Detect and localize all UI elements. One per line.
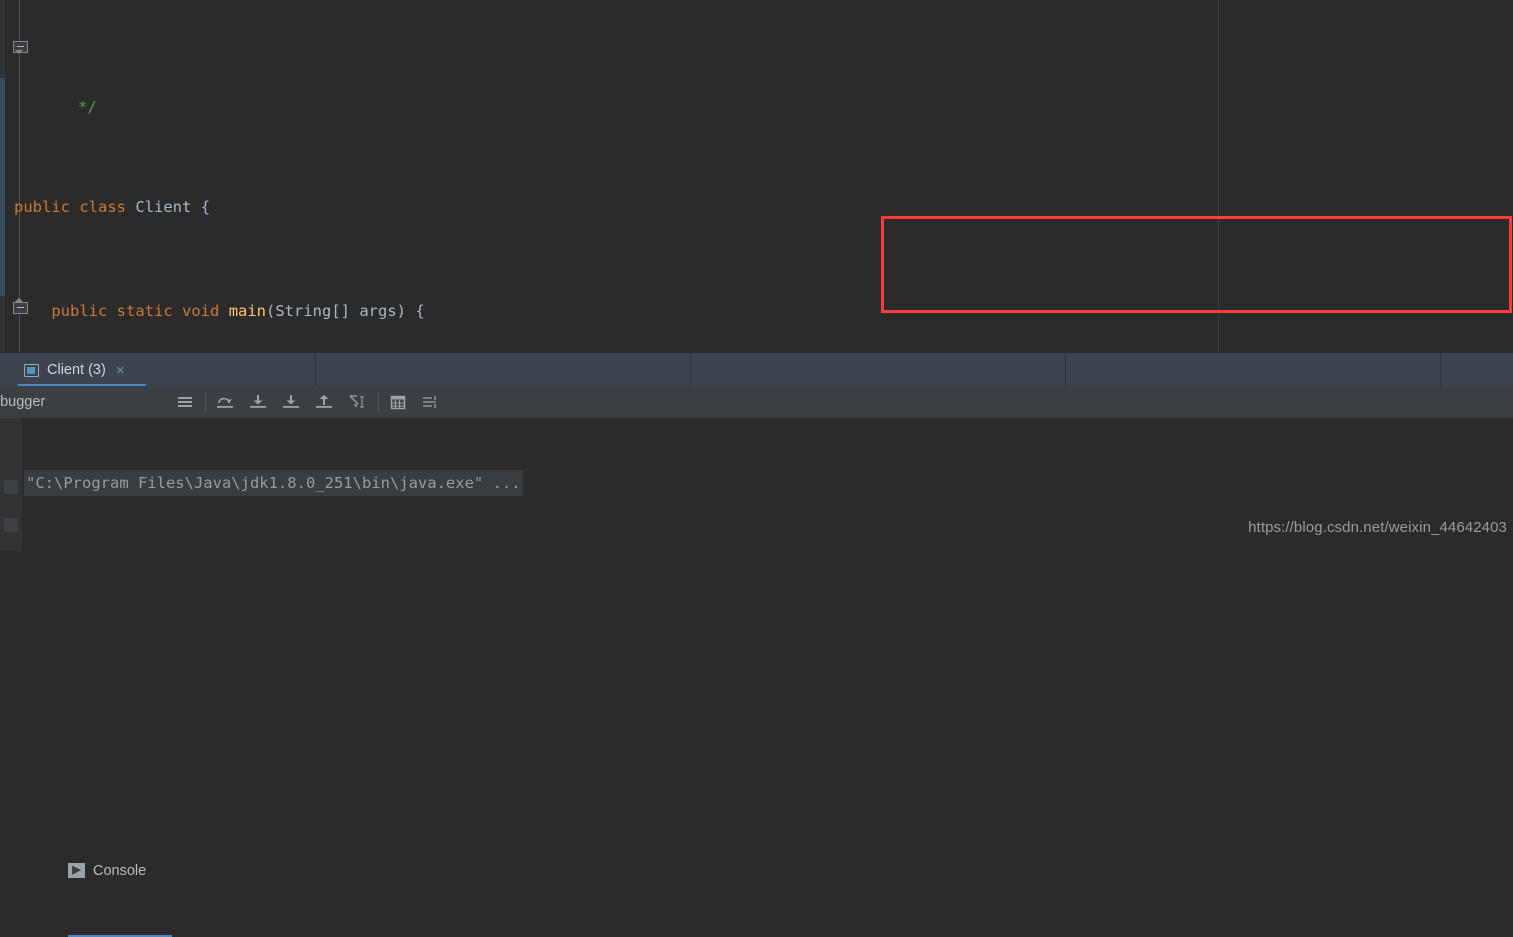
- run-tool-window-tabbar[interactable]: Client (3) ×: [0, 352, 1513, 386]
- step-into-icon[interactable]: [248, 392, 268, 412]
- evaluate-expression-icon[interactable]: [388, 392, 408, 412]
- code-line-comment-end: */: [0, 104, 1513, 116]
- watermark-url: https://blog.csdn.net/weixin_44642403: [1248, 519, 1507, 536]
- console-gutter: [0, 418, 22, 551]
- code-line-main-decl[interactable]: public static void main(String[] args) {: [0, 298, 1513, 324]
- tabbar-divider: [690, 353, 691, 387]
- tabbar-divider: [315, 353, 316, 387]
- tab-console[interactable]: ▶ Console: [68, 804, 1513, 937]
- toolbar-separator: [205, 392, 206, 412]
- force-step-into-icon[interactable]: [281, 392, 301, 412]
- step-out-icon[interactable]: [314, 392, 334, 412]
- console-icon: ▶: [68, 863, 85, 878]
- run-configuration-icon: [24, 364, 39, 377]
- layout-settings-icon[interactable]: [420, 392, 440, 412]
- step-over-icon[interactable]: [215, 392, 235, 412]
- stack-frames-icon[interactable]: [175, 392, 195, 412]
- tabbar-divider: [1440, 353, 1441, 387]
- run-tab-client[interactable]: Client (3) ×: [10, 353, 137, 387]
- tabbar-divider: [1065, 353, 1066, 387]
- toolbar-separator: [378, 392, 379, 412]
- console-text[interactable]: "C:\Program Files\Java\jdk1.8.0_251\bin\…: [24, 418, 1026, 551]
- tab-debugger-label: ebugger: [0, 394, 45, 410]
- console-command-text: "C:\Program Files\Java\jdk1.8.0_251\bin\…: [24, 470, 523, 496]
- console-gutter-button[interactable]: [4, 480, 18, 494]
- code-editor[interactable]: */ public class Client { public static v…: [0, 0, 1513, 352]
- tab-debugger[interactable]: ebugger: [0, 386, 45, 418]
- debug-toolbar[interactable]: ebugger ▶ Console: [0, 386, 1513, 418]
- code-content[interactable]: */ public class Client { public static v…: [0, 0, 1513, 352]
- comment-token: */: [14, 98, 97, 116]
- run-to-cursor-icon[interactable]: [347, 392, 367, 412]
- run-tab-label: Client (3): [47, 362, 106, 378]
- console-line-command: "C:\Program Files\Java\jdk1.8.0_251\bin\…: [24, 470, 1026, 496]
- code-line-class-decl[interactable]: public class Client {: [0, 194, 1513, 220]
- close-icon[interactable]: ×: [116, 363, 125, 378]
- tab-console-label: Console: [93, 863, 146, 879]
- console-gutter-button[interactable]: [4, 518, 18, 532]
